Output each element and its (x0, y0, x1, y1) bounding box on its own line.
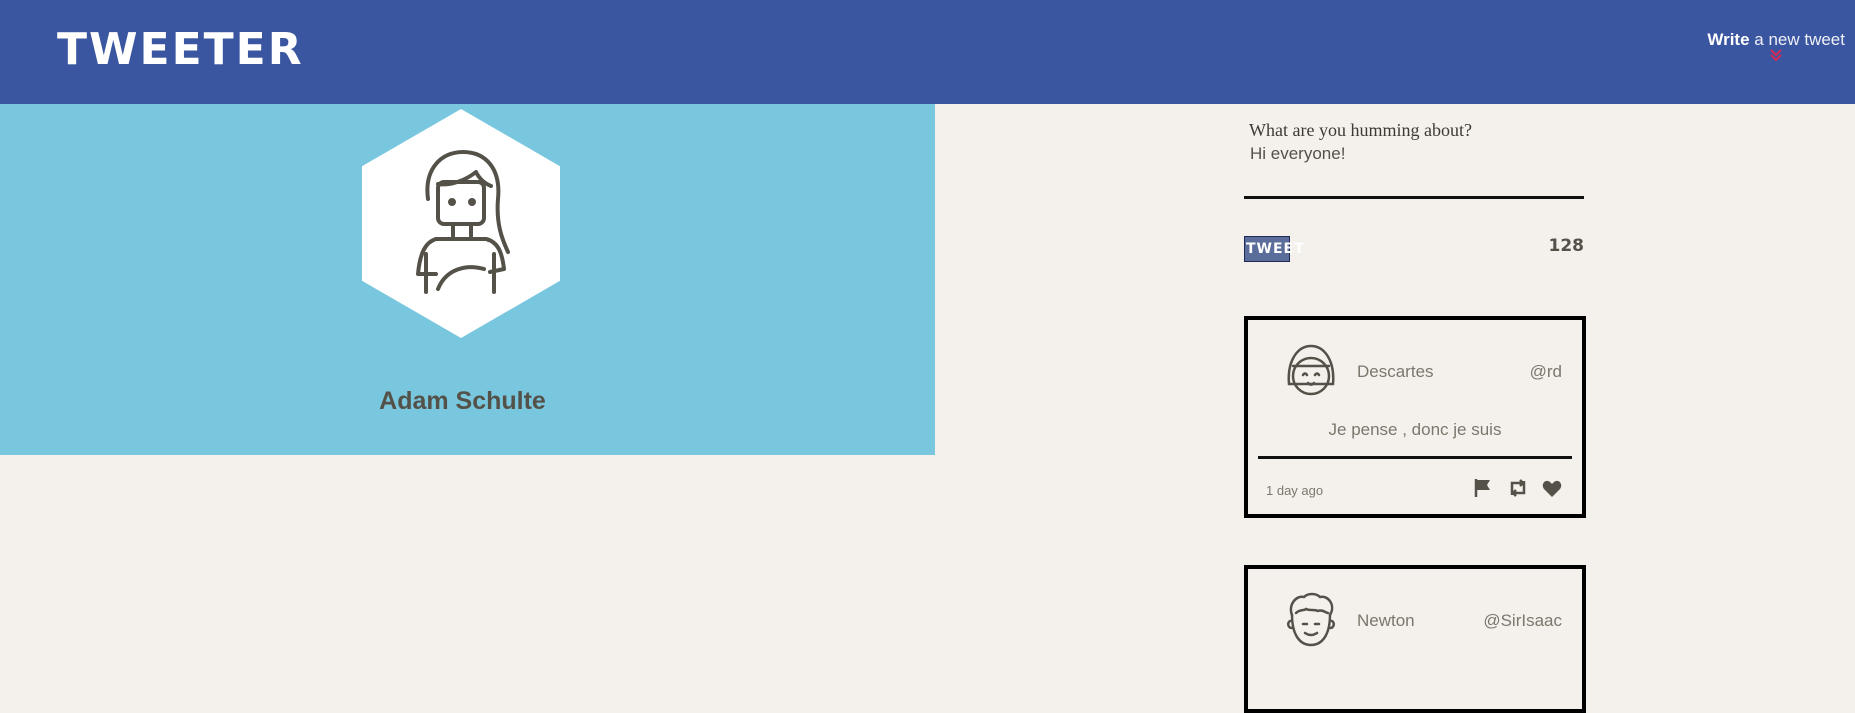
character-counter: 128 (1548, 236, 1585, 256)
tweet-author-handle[interactable]: @SirIsaac (1483, 611, 1562, 631)
tweet-author-name[interactable]: Newton (1357, 611, 1415, 631)
profile-banner: Adam Schulte (0, 104, 935, 455)
tweet-text-input[interactable] (1250, 143, 1570, 165)
tweet-card: Descartes @rd Je pense , donc je suis 1 … (1244, 316, 1586, 518)
top-nav: TWEETER Write a new tweet (0, 0, 1855, 104)
composer-label: What are you humming about? (1249, 120, 1472, 140)
tweet-card: Newton @SirIsaac (1244, 565, 1586, 713)
logo[interactable]: TWEETER (57, 24, 304, 75)
tweet-author-handle[interactable]: @rd (1530, 362, 1562, 382)
bob-hair-avatar-icon (1287, 344, 1335, 396)
heart-icon[interactable] (1542, 480, 1562, 503)
write-new-tweet-toggle[interactable]: Write a new tweet (1707, 30, 1845, 62)
tweet-author-name[interactable]: Descartes (1357, 362, 1434, 382)
tweet-composer: What are you humming about? TWEET 128 (1244, 120, 1584, 262)
tweet-actions (1464, 478, 1562, 503)
girl-avatar-icon (416, 150, 510, 294)
tweet-button[interactable]: TWEET (1244, 236, 1304, 262)
avatar-hexagon (362, 109, 560, 338)
curly-hair-avatar-icon (1287, 592, 1335, 647)
compose-toggle-text: a new tweet (1749, 30, 1845, 49)
profile-name: Adam Schulte (379, 387, 546, 415)
flag-icon[interactable] (1473, 478, 1493, 503)
double-chevron-down-icon[interactable] (1707, 48, 1845, 62)
tweet-body: Je pense , donc je suis (1328, 420, 1502, 439)
tweet-timestamp: 1 day ago (1266, 483, 1324, 498)
composer-divider (1244, 196, 1584, 199)
compose-toggle-bold: Write (1707, 30, 1750, 49)
retweet-icon[interactable] (1507, 478, 1529, 503)
